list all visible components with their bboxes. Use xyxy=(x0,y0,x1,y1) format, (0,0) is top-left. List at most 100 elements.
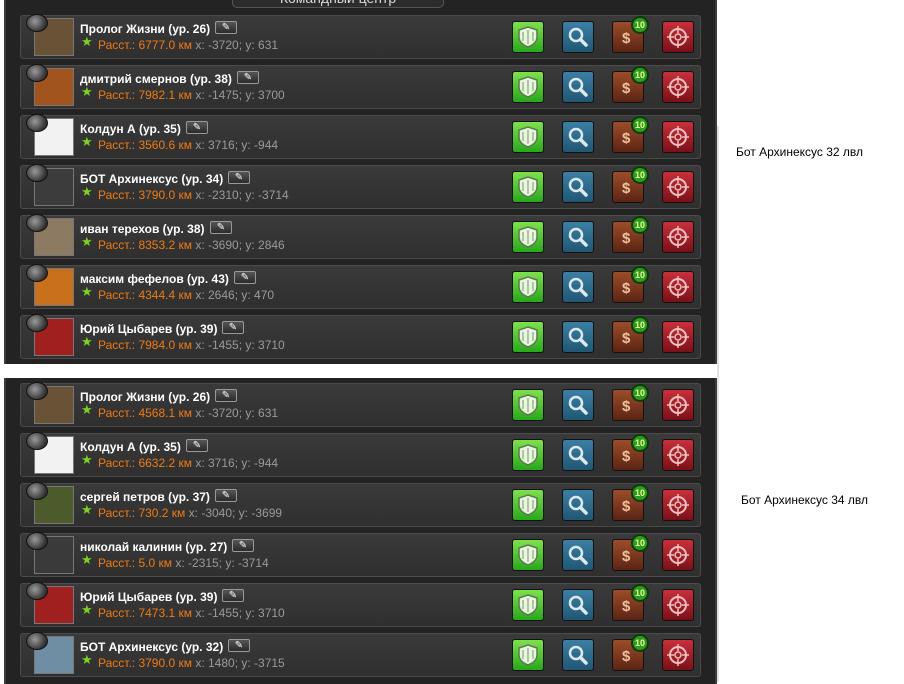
attack-button[interactable] xyxy=(662,589,694,621)
player-row: дмитрий смернов (ур. 38) ✎ ★ Расст.: 798… xyxy=(20,64,701,109)
defend-button[interactable] xyxy=(512,489,544,521)
scout-button[interactable] xyxy=(562,21,594,53)
trade-button[interactable]: $ 10 xyxy=(612,166,649,203)
defend-button[interactable] xyxy=(512,389,544,421)
faction-badge-icon xyxy=(26,482,48,500)
attack-button[interactable] xyxy=(662,639,694,671)
favorite-star-icon[interactable]: ★ xyxy=(81,335,93,349)
player-name: Колдун А (ур. 35) xyxy=(80,440,181,454)
attack-button[interactable] xyxy=(662,71,694,103)
defend-button[interactable] xyxy=(512,639,544,671)
trade-button[interactable]: $ 10 xyxy=(612,384,649,421)
faction-badge-icon xyxy=(26,214,48,232)
defend-button[interactable] xyxy=(512,271,544,303)
annotation-text: Бот Архинексус 32 лвл xyxy=(736,145,864,159)
trade-button[interactable]: $ 10 xyxy=(612,316,649,353)
attack-button[interactable] xyxy=(662,221,694,253)
trade-button[interactable]: $ 10 xyxy=(612,534,649,571)
scout-button[interactable] xyxy=(562,221,594,253)
trade-button[interactable]: $ 10 xyxy=(612,216,649,253)
favorite-star-icon[interactable]: ★ xyxy=(81,35,93,49)
faction-badge-icon xyxy=(26,64,48,82)
favorite-star-icon[interactable]: ★ xyxy=(81,235,93,249)
trade-button[interactable]: $ 10 xyxy=(612,266,649,303)
edit-note-button[interactable]: ✎ xyxy=(215,489,237,502)
attack-button[interactable] xyxy=(662,171,694,203)
scout-button[interactable] xyxy=(562,389,594,421)
trade-button[interactable]: $ 10 xyxy=(612,634,649,671)
distance-text: Расст.: 3560.6 км xyxy=(98,138,192,152)
crosshair-icon xyxy=(667,276,689,298)
attack-button[interactable] xyxy=(662,439,694,471)
defend-button[interactable] xyxy=(512,439,544,471)
defend-button[interactable] xyxy=(512,539,544,571)
scout-button[interactable] xyxy=(562,439,594,471)
edit-note-button[interactable]: ✎ xyxy=(222,589,244,602)
trade-button[interactable]: $ 10 xyxy=(612,584,649,621)
favorite-star-icon[interactable]: ★ xyxy=(81,403,93,417)
edit-note-button[interactable]: ✎ xyxy=(186,121,208,134)
trade-button[interactable]: $ 10 xyxy=(612,16,649,53)
edit-note-button[interactable]: ✎ xyxy=(215,389,237,402)
scout-button[interactable] xyxy=(562,539,594,571)
crosshair-icon xyxy=(667,444,689,466)
defend-button[interactable] xyxy=(512,71,544,103)
favorite-star-icon[interactable]: ★ xyxy=(81,553,93,567)
trade-count-badge: 10 xyxy=(631,66,649,84)
edit-note-button[interactable]: ✎ xyxy=(222,321,244,334)
edit-note-button[interactable]: ✎ xyxy=(228,639,250,652)
coordinates-text: x: 3716; y: -944 xyxy=(195,138,279,152)
distance-text: Расст.: 6777.0 км xyxy=(98,38,192,52)
defend-button[interactable] xyxy=(512,121,544,153)
favorite-star-icon[interactable]: ★ xyxy=(81,185,93,199)
magnifier-icon xyxy=(568,327,588,347)
trade-button[interactable]: $ 10 xyxy=(612,116,649,153)
edit-note-button[interactable]: ✎ xyxy=(186,439,208,452)
attack-button[interactable] xyxy=(662,489,694,521)
trade-icon: $ xyxy=(622,598,631,615)
defend-button[interactable] xyxy=(512,321,544,353)
scout-button[interactable] xyxy=(562,121,594,153)
favorite-star-icon[interactable]: ★ xyxy=(81,453,93,467)
attack-button[interactable] xyxy=(662,539,694,571)
scout-button[interactable] xyxy=(562,639,594,671)
edit-note-button[interactable]: ✎ xyxy=(228,171,250,184)
favorite-star-icon[interactable]: ★ xyxy=(81,85,93,99)
attack-button[interactable] xyxy=(662,271,694,303)
defend-button[interactable] xyxy=(512,21,544,53)
trade-button[interactable]: $ 10 xyxy=(612,66,649,103)
attack-button[interactable] xyxy=(662,121,694,153)
favorite-star-icon[interactable]: ★ xyxy=(81,503,93,517)
trade-button[interactable]: $ 10 xyxy=(612,484,649,521)
trade-count-badge: 10 xyxy=(631,634,649,652)
edit-note-button[interactable]: ✎ xyxy=(232,539,254,552)
scout-button[interactable] xyxy=(562,489,594,521)
favorite-star-icon[interactable]: ★ xyxy=(81,285,93,299)
edit-note-button[interactable]: ✎ xyxy=(210,221,232,234)
player-name: БОТ Архинексус (ур. 34) xyxy=(80,172,224,186)
player-row: Колдун А (ур. 35) ✎ ★ Расст.: 6632.2 км … xyxy=(20,432,701,477)
distance-text: Расст.: 8353.2 км xyxy=(98,238,192,252)
trade-button[interactable]: $ 10 xyxy=(612,434,649,471)
defend-button[interactable] xyxy=(512,589,544,621)
defend-button[interactable] xyxy=(512,221,544,253)
edit-note-button[interactable]: ✎ xyxy=(215,21,237,34)
scout-button[interactable] xyxy=(562,271,594,303)
scout-button[interactable] xyxy=(562,171,594,203)
coordinates-text: x: -3720; y: 631 xyxy=(195,406,279,420)
scout-button[interactable] xyxy=(562,71,594,103)
attack-button[interactable] xyxy=(662,21,694,53)
favorite-star-icon[interactable]: ★ xyxy=(81,653,93,667)
defend-button[interactable] xyxy=(512,171,544,203)
distance-line: Расст.: 4568.1 км x: -3720; y: 631 xyxy=(98,406,278,420)
scout-button[interactable] xyxy=(562,589,594,621)
edit-note-button[interactable]: ✎ xyxy=(234,271,256,284)
favorite-star-icon[interactable]: ★ xyxy=(81,135,93,149)
attack-button[interactable] xyxy=(662,321,694,353)
scout-button[interactable] xyxy=(562,321,594,353)
favorite-star-icon[interactable]: ★ xyxy=(81,603,93,617)
edit-note-button[interactable]: ✎ xyxy=(237,71,259,84)
command-center-panel: Пролог Жизни (ур. 26) ✎ ★ Расст.: 4568.1… xyxy=(4,378,717,684)
trade-count-badge: 10 xyxy=(631,384,649,402)
attack-button[interactable] xyxy=(662,389,694,421)
